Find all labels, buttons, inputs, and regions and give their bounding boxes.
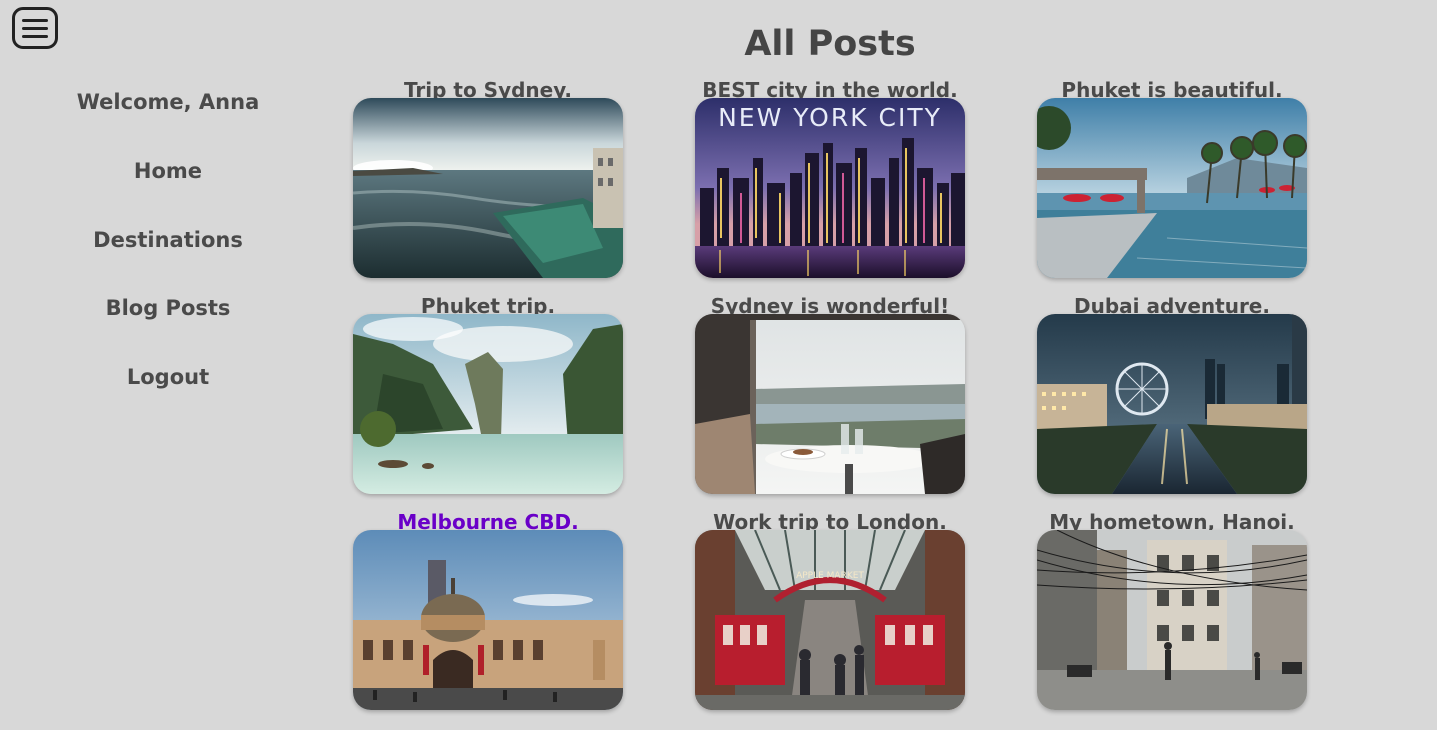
sidebar-item-blog-posts[interactable]: Blog Posts [0,296,336,320]
menu-toggle-button[interactable] [12,7,58,49]
page-title: All Posts [744,24,916,64]
hamburger-icon-line [22,26,48,30]
post-thumbnail-dubai-night[interactable] [1037,314,1307,494]
post-thumbnail-london-market[interactable]: APPLE MARKET [695,530,965,710]
welcome-user-link[interactable]: Welcome, Anna [0,90,336,114]
sidebar-item-destinations[interactable]: Destinations [0,228,336,252]
image-caption: NEW YORK CITY [718,103,942,132]
hamburger-icon-line [22,18,48,22]
post-thumbnail-melbourne-station[interactable] [353,530,623,710]
post-thumbnail-hanoi-street[interactable] [1037,530,1307,710]
sidebar-item-logout[interactable]: Logout [0,365,336,389]
post-thumbnail-sydney-restaurant[interactable] [695,314,965,494]
post-thumbnail-new-york-skyline[interactable]: NEW YORK CITY [695,98,965,278]
post-thumbnail-phuket-pool[interactable] [1037,98,1307,278]
sidebar-item-home[interactable]: Home [0,159,336,183]
post-thumbnail-phuket-island[interactable] [353,314,623,494]
image-caption: APPLE MARKET [796,571,864,581]
post-thumbnail-sydney-beach[interactable] [353,98,623,278]
hamburger-icon-line [22,34,48,38]
